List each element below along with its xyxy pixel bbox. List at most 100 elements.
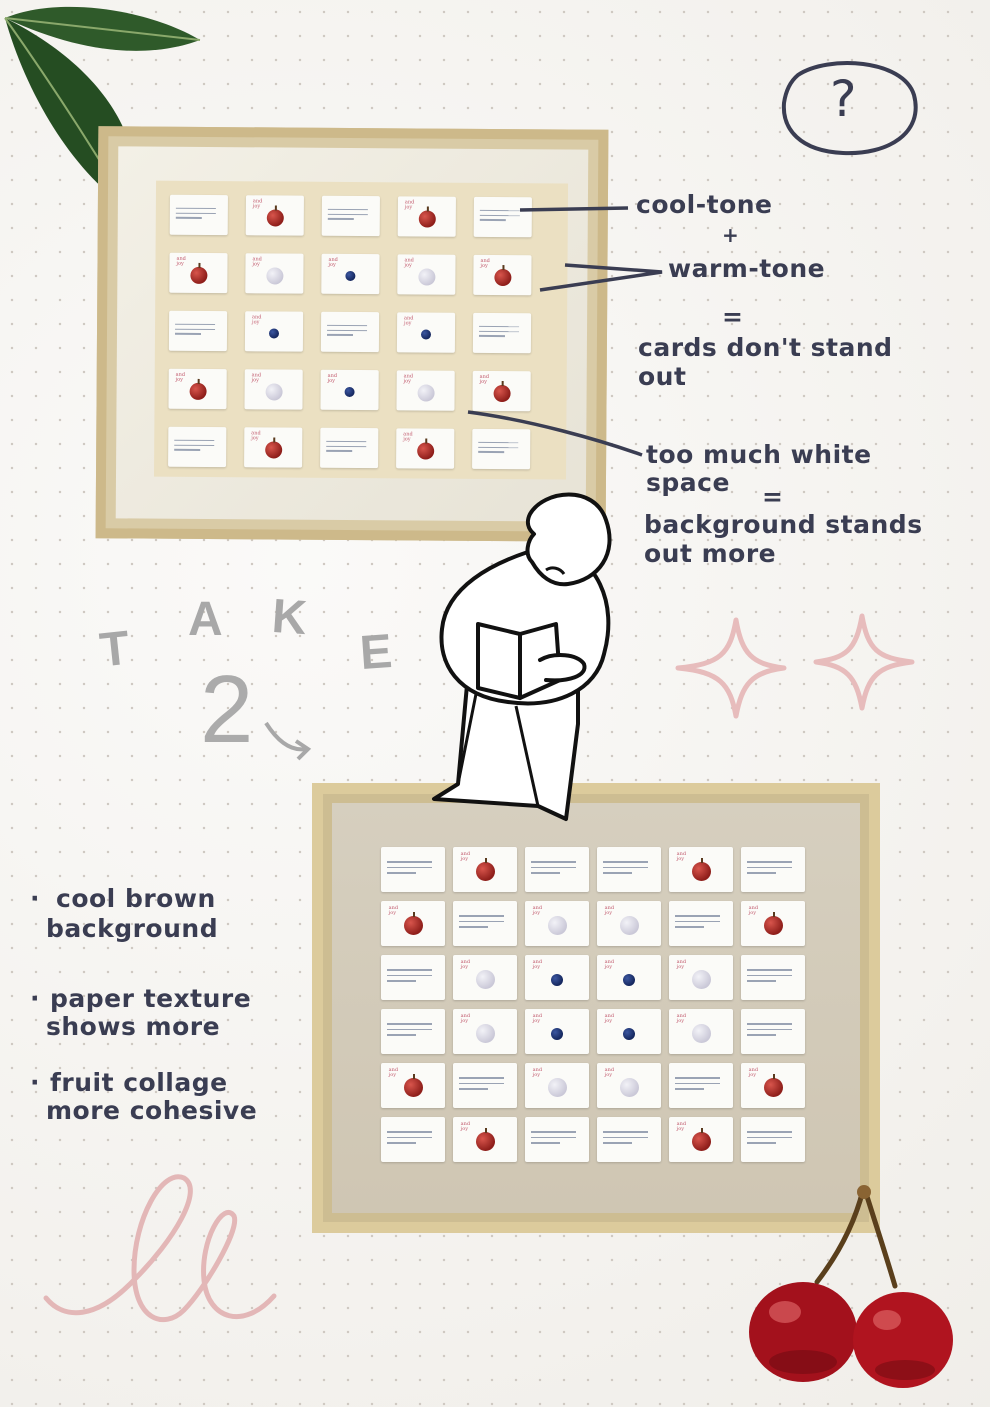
annot-background-stands: background stands xyxy=(644,510,923,539)
card-brand-tag: and joy xyxy=(676,1120,687,1132)
card-text-line xyxy=(174,323,216,326)
cherry-fruit-icon xyxy=(475,862,495,881)
top-grid-card: and joy xyxy=(245,195,304,236)
bottom-frame-panel: and joy and joy and joy and joy and joy and j… xyxy=(332,803,860,1213)
card-text-line xyxy=(675,1077,721,1079)
card-text-line xyxy=(459,1082,505,1085)
card-text-line xyxy=(326,324,368,327)
card-text-line xyxy=(603,866,649,869)
cherry-fruit-icon xyxy=(691,1132,711,1151)
card-brand-tag: and joy xyxy=(252,256,262,268)
card-text-line xyxy=(747,872,777,874)
grape-fruit-icon xyxy=(691,1024,711,1043)
bottom-grid-card: and joy xyxy=(597,901,661,946)
card-text-line xyxy=(531,1136,577,1139)
card-text-line xyxy=(327,218,354,220)
card-text-line xyxy=(747,1142,777,1144)
grape-fruit-icon xyxy=(547,1078,567,1097)
cherry-fruit-icon xyxy=(189,382,207,400)
card-text-line xyxy=(175,212,217,215)
bullet-2-line-2: shows more xyxy=(46,1012,221,1041)
bottom-frame-photo: and joy and joy and joy and joy and joy and j… xyxy=(312,783,880,1233)
card-brand-tag: and joy xyxy=(532,958,543,970)
card-text-line xyxy=(387,866,433,869)
card-text-line xyxy=(675,920,721,923)
card-text-line xyxy=(747,1028,793,1031)
card-text-line xyxy=(477,451,505,453)
bottom-grid-card: and joy xyxy=(381,901,445,946)
card-text-line xyxy=(175,217,202,219)
card-text-line xyxy=(326,445,367,448)
grape-fruit-icon xyxy=(619,1078,639,1097)
top-grid-card xyxy=(472,428,531,470)
top-grid-card: and joy xyxy=(473,254,532,296)
bullet-3-line-2: more cohesive xyxy=(46,1096,258,1125)
bottom-grid-card: and joy xyxy=(525,1009,589,1054)
fruit-stem xyxy=(485,1128,487,1133)
top-grid-card: and joy xyxy=(397,254,456,295)
bottom-grid-card xyxy=(741,955,805,1000)
card-text-line xyxy=(459,920,505,923)
grape-fruit-icon xyxy=(547,916,567,935)
fruit-stem xyxy=(502,264,505,270)
card-text-line xyxy=(387,1028,433,1031)
card-brand-tag: and joy xyxy=(532,904,543,916)
bottom-grid-card: and joy xyxy=(669,955,733,1000)
person-reading-icon xyxy=(432,492,612,821)
card-text-line xyxy=(747,1034,777,1036)
cherry-fruit-icon xyxy=(403,1078,423,1097)
bullet-2-line-1: paper texture xyxy=(50,984,252,1013)
grape-fruit-icon xyxy=(475,970,495,989)
blueberry-fruit-icon xyxy=(344,386,355,398)
card-text-line xyxy=(174,333,201,335)
bottom-grid-card xyxy=(597,847,661,892)
card-text-line xyxy=(675,1088,705,1090)
card-text-line xyxy=(747,861,793,863)
card-text-line xyxy=(459,926,489,928)
bottom-grid-card xyxy=(741,1009,805,1054)
bottom-grid-card xyxy=(525,1117,589,1162)
top-frame-mat: and joy and joy and joy and joy and joy and j… xyxy=(115,146,589,522)
card-text-line xyxy=(747,974,793,977)
top-grid-card: and joy xyxy=(472,370,531,412)
card-text-line xyxy=(478,335,505,337)
card-text-line xyxy=(531,1142,561,1144)
annot-too-much: too much white xyxy=(646,440,872,469)
bottom-grid-card: and joy xyxy=(597,1009,661,1054)
card-brand-tag: and joy xyxy=(403,431,413,443)
card-text-line xyxy=(747,1136,793,1139)
card-text-line xyxy=(387,1023,433,1025)
card-text-line xyxy=(747,980,777,982)
card-brand-tag: and joy xyxy=(404,257,414,269)
take-letter-e: E xyxy=(358,624,394,681)
blueberry-fruit-icon xyxy=(345,270,356,282)
card-text-line xyxy=(327,208,369,211)
top-grid-card: and joy xyxy=(244,369,303,410)
card-text-line xyxy=(747,1131,793,1133)
card-text-line xyxy=(387,1034,417,1036)
bottom-grid-card: and joy xyxy=(597,955,661,1000)
card-text-line xyxy=(387,969,433,971)
bottom-grid-card: and joy xyxy=(741,1063,805,1108)
card-brand-tag: and joy xyxy=(404,199,415,211)
card-text-line xyxy=(387,974,433,977)
card-brand-tag: and joy xyxy=(327,372,338,384)
bottom-grid-card xyxy=(453,1063,517,1108)
fruit-stem xyxy=(274,204,277,210)
top-grid-card: and joy xyxy=(244,427,303,468)
grape-fruit-icon xyxy=(265,266,283,285)
bullet-3-line-1: fruit collage xyxy=(50,1068,228,1097)
card-text-line xyxy=(459,1077,505,1079)
bottom-grid-card xyxy=(381,1117,445,1162)
card-text-line xyxy=(326,334,353,336)
top-grid-card xyxy=(473,196,532,238)
card-text-line xyxy=(531,861,577,863)
top-frame-panel: and joy and joy and joy and joy and joy and j… xyxy=(153,180,569,480)
top-grid-card xyxy=(169,194,228,236)
bottom-grid-card: and joy xyxy=(597,1063,661,1108)
card-text-line xyxy=(387,980,417,982)
card-text-line xyxy=(175,207,217,210)
bottom-grid-card: and joy xyxy=(525,901,589,946)
card-text-line xyxy=(478,325,520,328)
bottom-grid-card xyxy=(669,901,733,946)
